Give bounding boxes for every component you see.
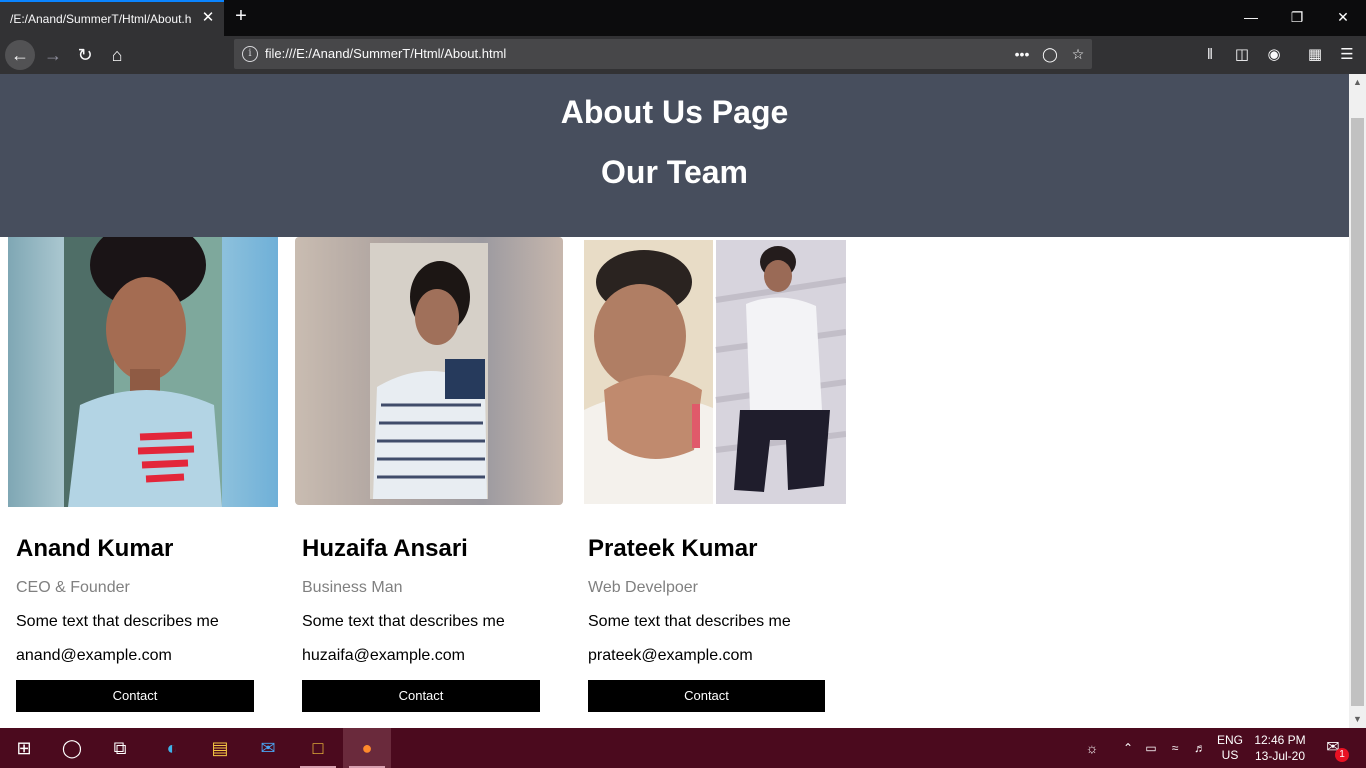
member-name: Anand Kumar: [16, 535, 174, 562]
people-icon[interactable]: ☼: [1080, 728, 1104, 768]
member-photo: [8, 237, 278, 507]
tab-close-icon[interactable]: ✕: [200, 10, 216, 26]
contact-button[interactable]: Contact: [588, 680, 825, 712]
page-scrollbar[interactable]: ▲ ▼: [1349, 74, 1366, 728]
member-title: Business Man: [302, 579, 403, 596]
search-circle-icon[interactable]: ◯: [48, 728, 96, 768]
member-description: Some text that describes me: [302, 613, 505, 630]
url-text[interactable]: file:///E:/Anand/SummerT/Html/About.html: [265, 46, 506, 61]
member-email: prateek@example.com: [588, 647, 753, 664]
member-name: Huzaifa Ansari: [302, 535, 468, 562]
site-info-icon[interactable]: i: [242, 46, 258, 62]
language-code: ENG: [1216, 733, 1243, 747]
show-hidden-icons-chevron-icon[interactable]: ⌃: [1118, 728, 1138, 768]
volume-icon[interactable]: ♬: [1189, 728, 1211, 768]
scroll-down-arrow-icon[interactable]: ▼: [1349, 711, 1366, 728]
file-explorer-icon[interactable]: □: [294, 728, 342, 768]
contact-button[interactable]: Contact: [302, 680, 540, 712]
scroll-thumb[interactable]: [1351, 118, 1364, 706]
member-email: huzaifa@example.com: [302, 647, 465, 664]
browser-nav-bar: ← → ↻ ⌂ i file:///E:/Anand/SummerT/Html/…: [0, 36, 1366, 74]
sidebar-icon[interactable]: ◫: [1231, 44, 1253, 66]
browser-tab[interactable]: /E:/Anand/SummerT/Html/About.h ✕: [0, 0, 224, 36]
clock[interactable]: 12:46 PM 13-Jul-20: [1250, 728, 1310, 768]
windows-taskbar: ⊞ ◯ ⧉ ◐ ▤ ✉ □ ● ☼ ⌃ ▭ ≈ ♬ ENG US 12:46 P…: [0, 728, 1366, 768]
store-bag-icon[interactable]: ▤: [196, 728, 244, 768]
mail-icon[interactable]: ✉: [244, 728, 292, 768]
page-actions-icon[interactable]: •••: [1012, 44, 1032, 64]
about-section: About Us Page Our Team: [0, 74, 1349, 237]
member-description: Some text that describes me: [588, 613, 791, 630]
action-center-icon[interactable]: ✉ 1: [1318, 728, 1349, 768]
member-photo: [295, 237, 563, 505]
extensions-icon[interactable]: ▦: [1304, 44, 1326, 66]
home-icon[interactable]: ⌂: [102, 40, 132, 70]
firefox-icon[interactable]: ●: [343, 728, 391, 768]
bookmark-star-icon[interactable]: ☆: [1068, 44, 1088, 64]
new-tab-icon[interactable]: +: [230, 5, 252, 27]
input-language[interactable]: ENG US: [1212, 728, 1248, 768]
clock-date: 13-Jul-20: [1254, 749, 1306, 763]
clock-time: 12:46 PM: [1254, 733, 1306, 747]
tab-title: /E:/Anand/SummerT/Html/About.h: [10, 12, 192, 26]
member-description: Some text that describes me: [16, 613, 219, 630]
edge-browser-icon[interactable]: ◐: [148, 728, 196, 768]
page-viewport: About Us Page Our Team Anand Kumar CEO &…: [0, 74, 1349, 728]
task-view-icon[interactable]: ⧉: [96, 728, 144, 768]
member-photo: [584, 240, 846, 504]
forward-arrow-icon[interactable]: →: [38, 40, 68, 70]
member-title: Web Develpoer: [588, 579, 698, 596]
member-email: anand@example.com: [16, 647, 172, 664]
battery-icon[interactable]: ▭: [1141, 728, 1161, 768]
member-title: CEO & Founder: [16, 579, 130, 596]
page-title: About Us Page: [560, 94, 789, 130]
back-arrow-icon[interactable]: ←: [5, 40, 35, 70]
member-name: Prateek Kumar: [588, 535, 758, 562]
notification-badge: 1: [1335, 748, 1349, 762]
reload-icon[interactable]: ↻: [70, 40, 100, 70]
pocket-icon[interactable]: ◯: [1040, 44, 1060, 64]
team-heading: Our Team: [601, 154, 748, 190]
account-icon[interactable]: ◉: [1263, 44, 1285, 66]
address-bar[interactable]: i file:///E:/Anand/SummerT/Html/About.ht…: [234, 39, 1092, 69]
menu-icon[interactable]: ☰: [1336, 44, 1358, 66]
language-region: US: [1221, 748, 1239, 762]
minimize-icon[interactable]: —: [1228, 4, 1274, 30]
contact-button[interactable]: Contact: [16, 680, 254, 712]
scroll-up-arrow-icon[interactable]: ▲: [1349, 74, 1366, 91]
window-close-icon[interactable]: ✕: [1320, 4, 1366, 30]
restore-icon[interactable]: ❐: [1274, 4, 1320, 30]
library-icon[interactable]: ‖: [1199, 44, 1221, 66]
wifi-icon[interactable]: ≈: [1165, 728, 1185, 768]
start-windows-icon[interactable]: ⊞: [0, 728, 48, 768]
browser-tab-bar: /E:/Anand/SummerT/Html/About.h ✕ + — ❐ ✕: [0, 0, 1366, 36]
